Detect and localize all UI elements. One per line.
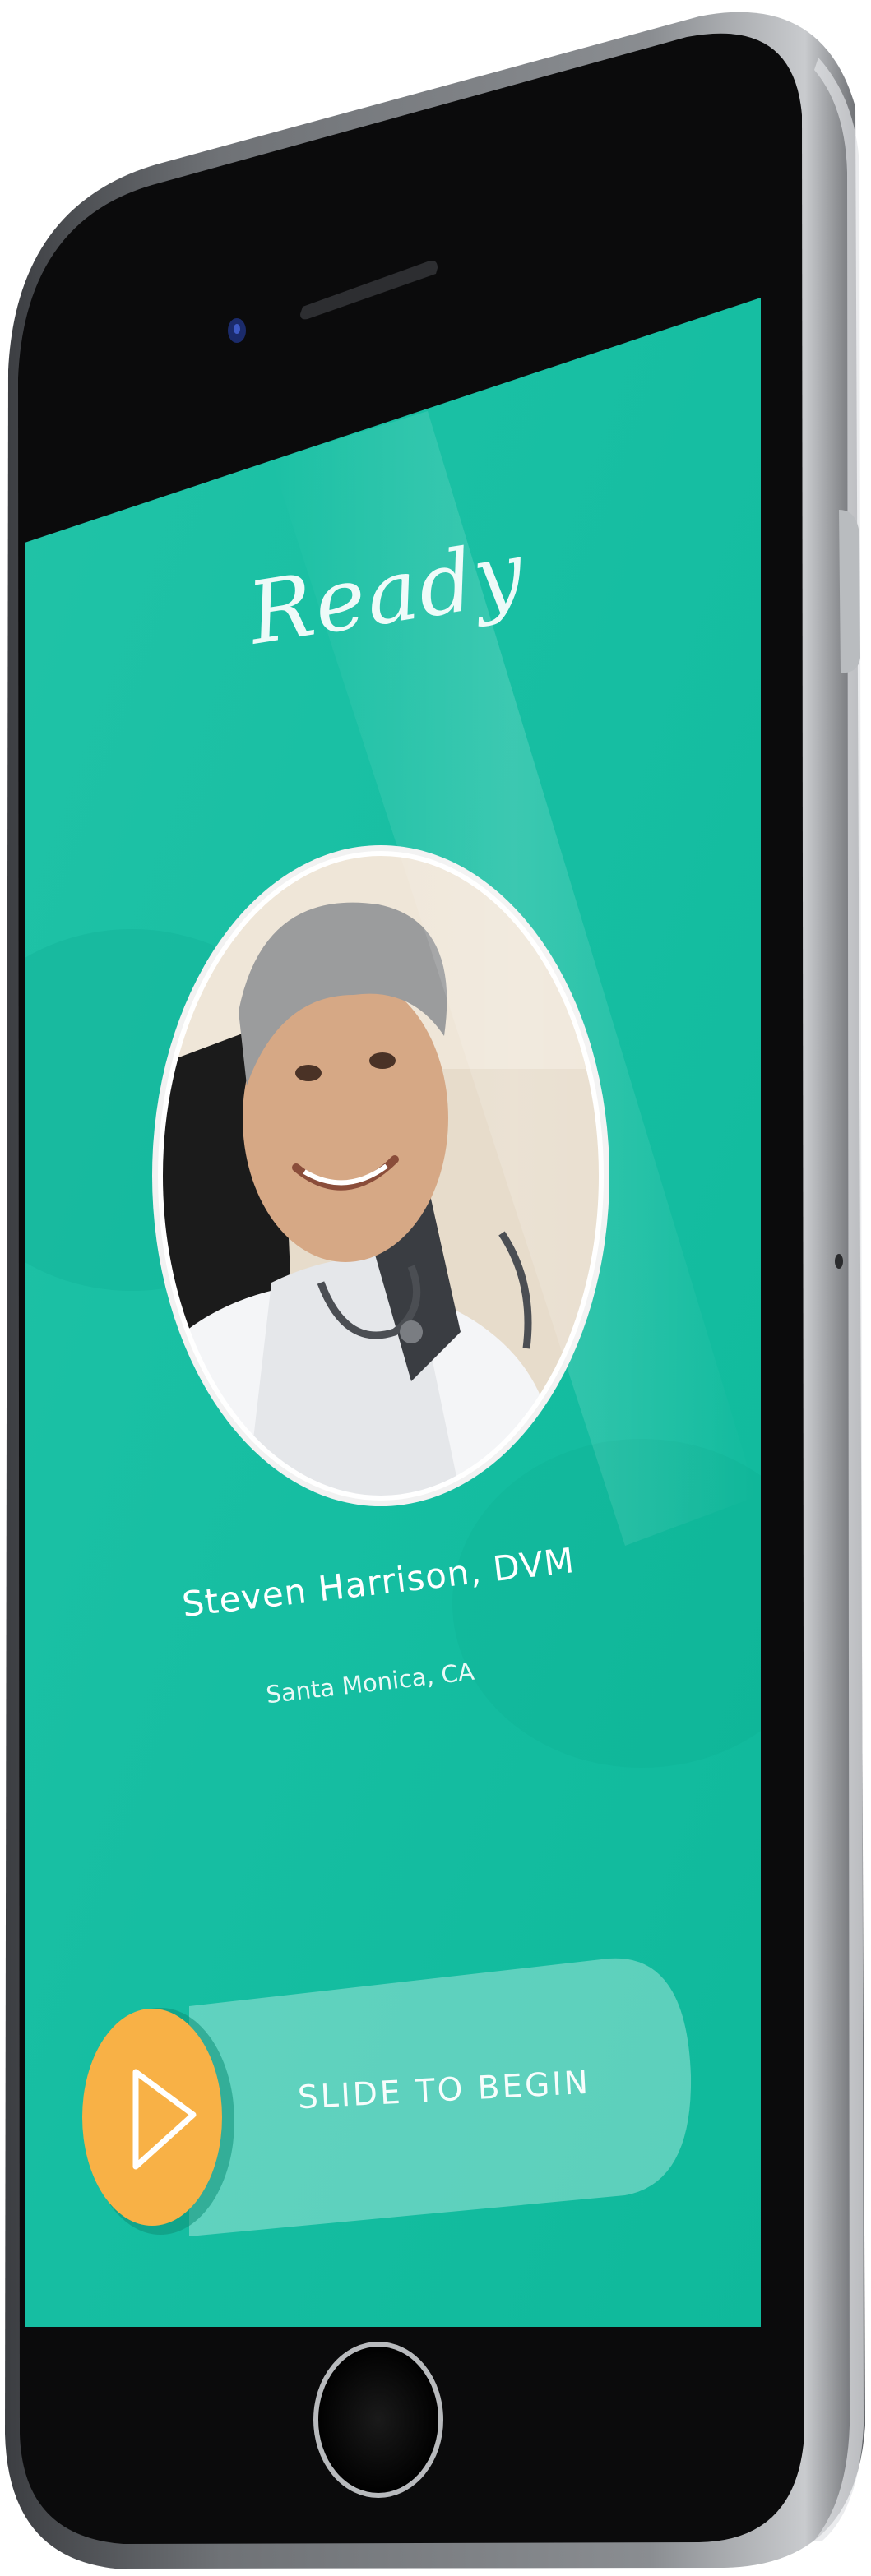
- side-button[interactable]: [839, 510, 860, 673]
- home-button[interactable]: [313, 2342, 443, 2498]
- slide-knob-face[interactable]: [82, 2009, 222, 2226]
- side-sensor: [835, 1254, 843, 1269]
- phone-device: [5, 12, 865, 2569]
- product-mockup: Ready Steven Harrison, DVM Santa Monica,…: [0, 0, 871, 2576]
